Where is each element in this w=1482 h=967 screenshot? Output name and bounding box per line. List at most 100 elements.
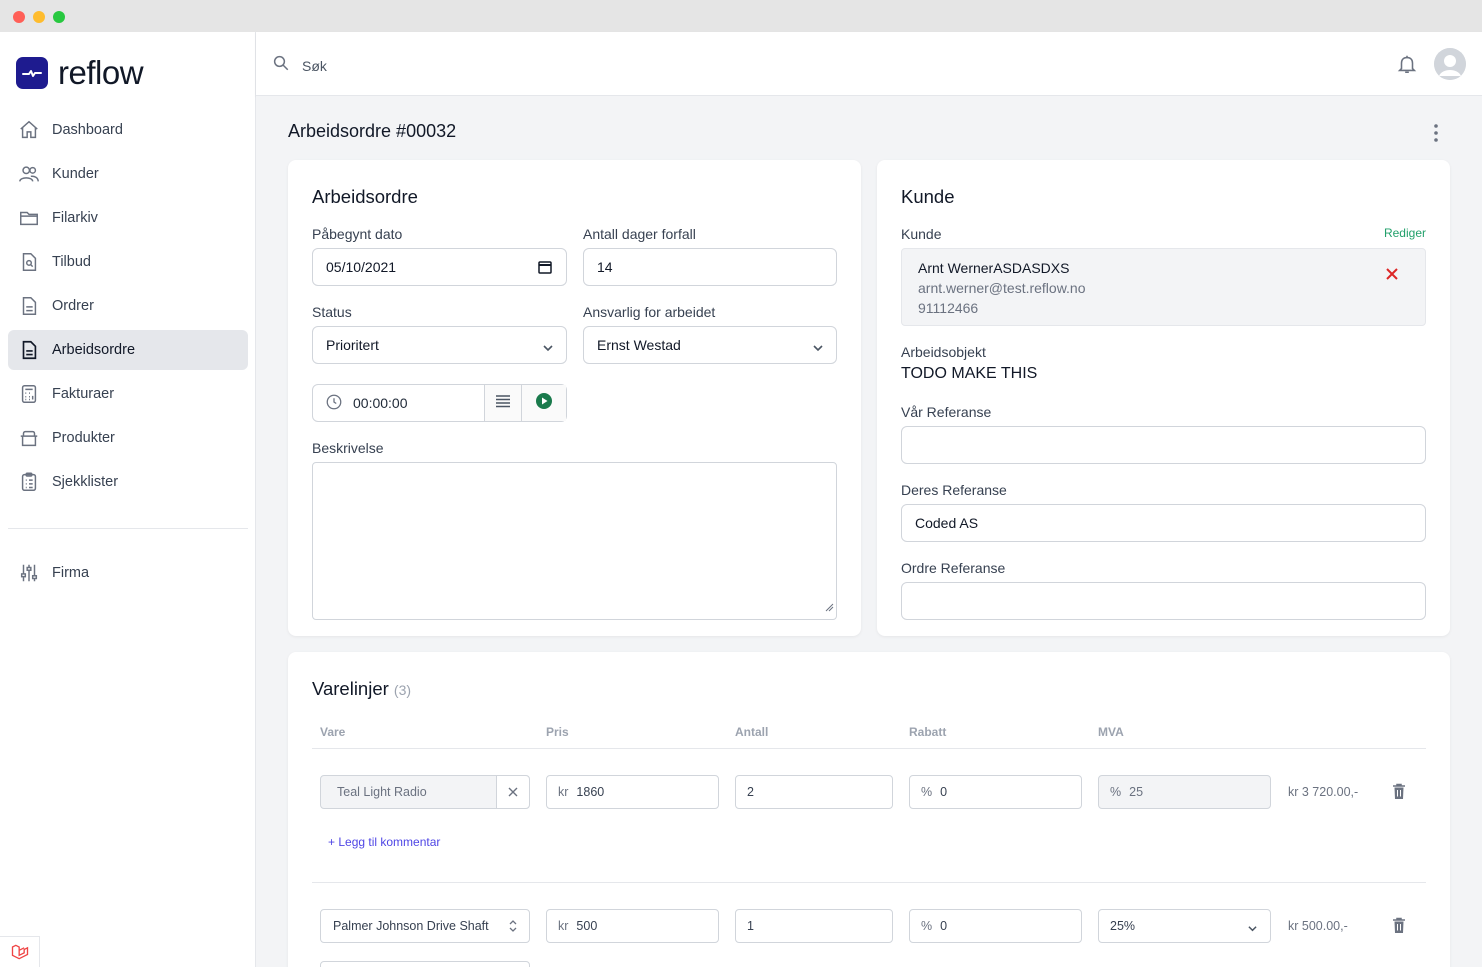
trash-icon[interactable]: [1392, 917, 1406, 939]
start-timer-button[interactable]: [522, 385, 566, 421]
sidebar-item-arbeidsordre[interactable]: Arbeidsordre: [8, 330, 248, 370]
adjustments-icon: [18, 562, 40, 584]
quantity-value: 1: [747, 919, 754, 933]
chevron-down-icon: [542, 340, 554, 356]
our-reference-input[interactable]: [901, 426, 1426, 464]
percent-prefix: %: [921, 785, 933, 799]
line-items-heading: Varelinjer (3): [312, 678, 411, 700]
order-reference-input[interactable]: [901, 582, 1426, 620]
start-date-field[interactable]: 05/10/2021: [312, 248, 567, 286]
sidebar-item-label: Fakturaer: [52, 386, 115, 402]
responsible-select[interactable]: Ernst Westad: [583, 326, 837, 364]
sidebar-item-tilbud[interactable]: Tilbud: [8, 242, 248, 282]
product-select[interactable]: [320, 961, 530, 967]
sidebar-item-filarkiv[interactable]: Filarkiv: [8, 198, 248, 238]
bell-icon[interactable]: [1396, 52, 1418, 81]
customer-name: Arnt WernerASDASDXS: [918, 260, 1070, 276]
discount-input[interactable]: % 0: [909, 909, 1082, 943]
workorder-heading: Arbeidsordre: [312, 186, 418, 207]
document-search-icon: [18, 251, 40, 273]
archive-icon: [18, 427, 40, 449]
start-date-label: Påbegynt dato: [312, 226, 403, 242]
due-days-field[interactable]: 14: [583, 248, 837, 286]
sidebar-item-label: Firma: [52, 565, 90, 581]
trash-icon[interactable]: [1392, 783, 1406, 805]
clock-icon: [325, 393, 343, 414]
percent-prefix: %: [1110, 785, 1122, 799]
percent-prefix: %: [921, 919, 933, 933]
status-select[interactable]: Prioritert: [312, 326, 567, 364]
column-header-vat: MVA: [1098, 725, 1124, 739]
more-options-icon[interactable]: [1434, 124, 1438, 147]
due-days-label: Antall dager forfall: [583, 226, 696, 242]
line-total: kr 3 720.00,-: [1288, 785, 1359, 799]
sidebar-item-ordrer[interactable]: Ordrer: [8, 286, 248, 326]
customer-card: Kunde Kunde Rediger Arnt WernerASDASDXS …: [877, 160, 1450, 636]
customer-email: arnt.werner@test.reflow.no: [918, 280, 1086, 296]
quantity-input[interactable]: 2: [735, 775, 893, 809]
product-name: Palmer Johnson Drive Shaft: [333, 919, 489, 933]
list-icon: [495, 394, 511, 413]
quantity-input[interactable]: 1: [735, 909, 893, 943]
vat-select[interactable]: 25%: [1098, 909, 1271, 943]
their-reference-value: Coded AS: [915, 515, 979, 531]
app-name: reflow: [58, 54, 144, 91]
resize-handle-icon[interactable]: [825, 599, 834, 617]
sidebar-item-dashboard[interactable]: Dashboard: [8, 110, 248, 150]
sidebar-item-firma[interactable]: Firma: [8, 553, 248, 593]
work-object-value: TODO MAKE THIS: [901, 365, 1038, 382]
edit-customer-link[interactable]: Rediger: [1384, 226, 1426, 240]
price-input[interactable]: kr 1860: [546, 775, 719, 809]
page-title: Arbeidsordre #00032: [288, 121, 457, 141]
our-reference-label: Vår Referanse: [901, 404, 992, 420]
customer-heading: Kunde: [901, 186, 955, 207]
their-reference-input[interactable]: Coded AS: [901, 504, 1426, 542]
price-value: 500: [576, 919, 598, 933]
minimize-window-button[interactable]: [33, 11, 45, 23]
add-comment-link[interactable]: + Legg til kommentar: [328, 835, 440, 849]
product-select[interactable]: Palmer Johnson Drive Shaft: [320, 909, 530, 943]
price-input[interactable]: kr 500: [546, 909, 719, 943]
sidebar-item-label: Produkter: [52, 430, 115, 446]
sidebar-item-kunder[interactable]: Kunder: [8, 154, 248, 194]
discount-input[interactable]: % 0: [909, 775, 1082, 809]
app-logo[interactable]: reflow: [16, 54, 144, 92]
description-textarea[interactable]: [312, 462, 837, 620]
timer-display: 00:00:00: [313, 385, 485, 421]
search-input[interactable]: Søk: [272, 54, 327, 77]
selected-customer: Arnt WernerASDASDXS arnt.werner@test.ref…: [901, 248, 1426, 326]
sidebar-item-label: Ordrer: [52, 298, 94, 314]
sidebar-item-produkter[interactable]: Produkter: [8, 418, 248, 458]
search-placeholder: Søk: [302, 57, 327, 74]
users-icon: [18, 163, 40, 185]
line-items-title: Varelinjer: [312, 678, 389, 699]
sidebar-item-label: Arbeidsordre: [52, 342, 136, 358]
time-tracker: 00:00:00: [312, 384, 567, 422]
workorder-card: Arbeidsordre Påbegynt dato 05/10/2021 An…: [288, 160, 861, 636]
avatar[interactable]: [1434, 48, 1466, 80]
close-window-button[interactable]: [13, 11, 25, 23]
clear-product-icon[interactable]: [496, 776, 529, 808]
their-reference-label: Deres Referanse: [901, 482, 1007, 498]
responsible-value: Ernst Westad: [597, 337, 681, 353]
sidebar-item-fakturaer[interactable]: Fakturaer: [8, 374, 248, 414]
status-label: Status: [312, 304, 352, 320]
search-icon: [272, 54, 290, 77]
product-select[interactable]: Teal Light Radio: [320, 775, 530, 809]
calendar-icon[interactable]: [538, 260, 552, 277]
debugbar-icon[interactable]: [0, 936, 40, 967]
chevron-down-icon: [812, 340, 824, 356]
remove-customer-icon[interactable]: [1385, 267, 1399, 286]
price-value: 1860: [576, 785, 605, 799]
time-log-button[interactable]: [485, 385, 522, 421]
topbar: Søk: [256, 32, 1482, 96]
line-total: kr 500.00,-: [1288, 919, 1348, 933]
maximize-window-button[interactable]: [53, 11, 65, 23]
customer-label: Kunde: [901, 226, 942, 242]
sidebar-item-label: Kunder: [52, 166, 99, 182]
status-value: Prioritert: [326, 337, 379, 353]
folder-icon: [18, 207, 40, 229]
sidebar-item-sjekklister[interactable]: Sjekklister: [8, 462, 248, 502]
discount-value: 0: [940, 919, 948, 933]
start-date-value: 05/10/2021: [326, 259, 397, 275]
